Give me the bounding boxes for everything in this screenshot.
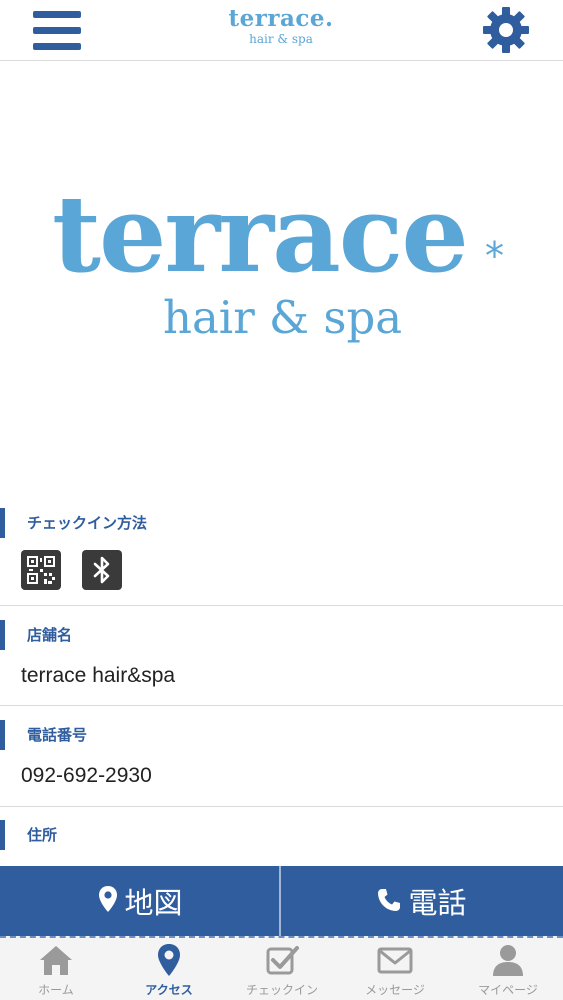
home-icon	[40, 946, 72, 975]
tab-messages[interactable]: メッセージ	[339, 938, 451, 1000]
phone-icon	[376, 868, 402, 938]
tab-label: メッセージ	[365, 983, 425, 997]
bottom-tab-bar: ホーム アクセス チェックイン メッセージ マイページ	[0, 936, 563, 1000]
call-button[interactable]: 電話	[281, 866, 562, 936]
checkbox-icon	[266, 946, 299, 975]
action-bar: 地図 電話	[0, 866, 563, 936]
user-icon	[493, 945, 523, 976]
checkin-method-label: チェックイン方法	[0, 508, 147, 538]
phone-value: 092-692-2930	[21, 764, 152, 787]
header-logo: terrace. hair & spa	[181, 5, 381, 47]
map-button-label: 地図	[124, 886, 183, 920]
header-logo-sub: hair & spa	[249, 32, 313, 46]
bluetooth-icon[interactable]	[82, 550, 122, 590]
tab-checkin[interactable]: チェックイン	[226, 938, 338, 1000]
phone-section: 電話番号 092-692-2930	[0, 720, 563, 804]
tab-label: アクセス	[145, 983, 193, 997]
map-pin-icon	[158, 944, 180, 976]
tab-access[interactable]: アクセス	[113, 938, 225, 1000]
tab-label: マイページ	[478, 983, 538, 997]
tab-mypage[interactable]: マイページ	[452, 938, 563, 1000]
address-section: 住所	[0, 820, 563, 864]
gear-icon[interactable]	[482, 6, 530, 54]
call-button-label: 電話	[408, 886, 467, 920]
hamburger-menu-icon[interactable]	[33, 11, 81, 51]
tab-home[interactable]: ホーム	[0, 938, 112, 1000]
store-name-value: terrace hair&spa	[21, 664, 176, 687]
header-logo-main: terrace.	[228, 5, 334, 32]
salon-logo-banner: terrace * hair & spa	[0, 62, 563, 502]
checkin-method-section: チェックイン方法	[0, 508, 563, 604]
logo-wordmark: terrace	[52, 171, 469, 296]
divider	[0, 705, 563, 706]
envelope-icon	[377, 947, 413, 974]
app-header: terrace. hair & spa	[0, 0, 563, 61]
logo-subtitle: hair & spa	[163, 291, 403, 344]
divider	[0, 605, 563, 606]
store-name-section: 店舗名 terrace hair&spa	[0, 620, 563, 704]
tab-label: ホーム	[38, 983, 74, 997]
map-button[interactable]: 地図	[0, 866, 281, 936]
divider	[0, 806, 563, 807]
address-label: 住所	[0, 820, 57, 850]
logo-asterisk: *	[485, 234, 504, 278]
phone-label: 電話番号	[0, 720, 87, 750]
qr-code-icon[interactable]	[21, 550, 61, 590]
store-name-label: 店舗名	[0, 620, 72, 650]
tab-label: チェックイン	[245, 983, 318, 997]
map-pin-icon	[98, 868, 118, 938]
